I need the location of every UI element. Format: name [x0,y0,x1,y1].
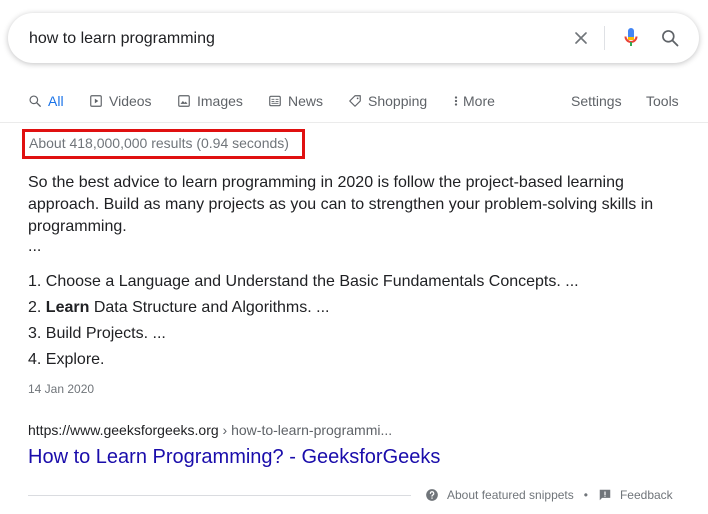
tab-news[interactable]: News [268,88,323,114]
tools-label: Tools [646,93,679,109]
search-icon[interactable] [658,26,682,50]
tab-images[interactable]: Images [177,88,243,114]
feedback-icon [599,489,611,501]
result-title-link[interactable]: How to Learn Programming? - GeeksforGeek… [28,446,440,469]
tab-shopping-label: Shopping [368,93,428,109]
search-tabs: All Videos Images News Shopping More Set… [0,88,708,114]
image-icon [178,95,190,107]
snippet-date: 14 Jan 2020 [28,382,95,396]
search-icon [29,95,41,107]
close-icon[interactable] [569,26,593,50]
about-featured-snippets-link[interactable]: About featured snippets [425,488,574,502]
news-icon [269,95,281,107]
tabs-divider [0,122,708,123]
snippet-steps-list: 1. Choose a Language and Understand the … [28,271,668,375]
tag-icon [349,95,361,107]
help-icon [426,489,438,501]
result-stats: About 418,000,000 results (0.94 seconds) [22,129,305,159]
search-box-divider [604,26,605,50]
list-item: 4. Explore. [28,351,105,368]
result-domain: https://www.geeksforgeeks.org [28,422,219,438]
footer-separator: • [583,488,588,502]
tab-all-label: All [48,93,64,109]
tab-videos-label: Videos [109,93,152,109]
tab-news-label: News [288,93,324,109]
tab-more-label: More [463,93,495,109]
more-vert-icon [454,96,458,106]
tab-shopping[interactable]: Shopping [348,88,427,114]
about-featured-snippets-label: About featured snippets [447,488,574,502]
result-breadcrumb: › how-to-learn-programmi... [218,422,393,438]
microphone-icon[interactable] [619,26,643,50]
footer-divider [28,495,411,496]
video-icon [90,95,102,107]
tab-more[interactable]: More [453,88,495,114]
list-item: 1. Choose a Language and Understand the … [28,273,579,290]
search-input[interactable] [29,28,549,50]
snippet-ellipsis: ... [28,238,42,255]
featured-snippet-text: So the best advice to learn programming … [28,174,654,235]
tab-all[interactable]: All [28,88,64,114]
tab-images-label: Images [197,93,243,109]
feedback-link[interactable]: Feedback [598,488,673,502]
feedback-label: Feedback [619,488,673,502]
result-stats-text: About 418,000,000 results (0.94 seconds) [29,135,289,151]
settings-button[interactable]: Settings [571,88,622,114]
result-url[interactable]: https://www.geeksforgeeks.org › how-to-l… [28,422,392,438]
snippet-footer: About featured snippets • Feedback [425,487,673,503]
settings-label: Settings [571,93,622,109]
bold-keyword: Learn [45,299,90,316]
search-box [8,13,699,63]
list-item: 3. Build Projects. ... [28,325,166,342]
tab-videos[interactable]: Videos [89,88,152,114]
list-item: 2. Learn Data Structure and Algorithms. … [28,299,330,316]
tools-button[interactable]: Tools [646,88,679,114]
